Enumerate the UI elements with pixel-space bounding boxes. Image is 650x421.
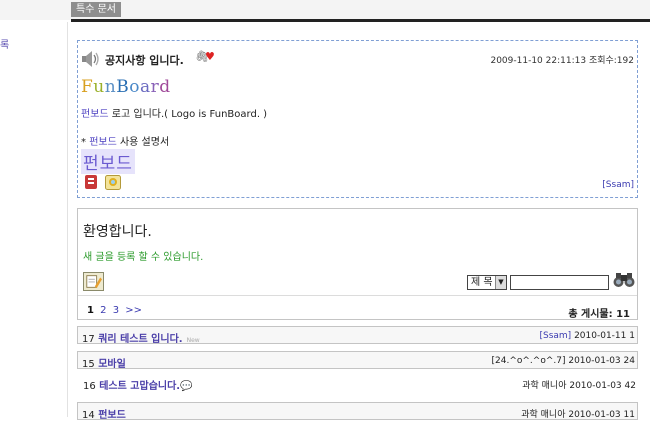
welcome-title: 환영합니다. <box>83 224 152 240</box>
post-author[interactable]: [Ssam] <box>539 331 571 341</box>
post-meta: 과학 매니아 2010-01-03 42 <box>522 381 636 391</box>
page-link[interactable]: 3 <box>113 305 119 316</box>
notice-line-manual: * 펀보드 사용 설명서 <box>81 137 170 148</box>
total-posts: 총 게시물: 11 <box>568 309 630 320</box>
speaker-icon <box>82 51 99 67</box>
welcome-box: 환영합니다. 새 글을 등록 할 수 있습니다. 제 목 ▼ 1 2 3 >> … <box>77 208 638 320</box>
post-author[interactable]: 과학 매니아 <box>521 410 565 420</box>
binoculars-icon[interactable] <box>613 272 635 288</box>
notice-date: 2009-11-10 22:11:13 조회수:192 <box>490 56 634 66</box>
funboard-link[interactable]: 펀보드 <box>81 109 109 120</box>
post-title[interactable]: 15 모바일 <box>82 355 126 370</box>
bookmark-icon[interactable] <box>84 175 98 189</box>
post-title[interactable]: 17 쿼리 테스트 입니다. New <box>82 330 200 345</box>
funboard-big-title: 펀보드 <box>81 149 135 174</box>
welcome-subtitle: 새 글을 등록 할 수 있습니다. <box>83 252 204 263</box>
post-meta: 과학 매니아 2010-01-03 11 <box>521 410 635 420</box>
left-sidebar: 록 <box>0 22 67 417</box>
notice-box: 공지사항 입니다. 🖇 ♥ 2009-11-10 22:11:13 조회수:19… <box>77 40 638 198</box>
table-row[interactable]: 15 모바일 [24.^o^.^o^.7] 2010-01-03 24 <box>77 351 638 370</box>
post-title[interactable]: 16 테스트 고맙습니다.💬 <box>83 377 193 392</box>
welcome-divider <box>78 295 637 296</box>
table-row[interactable]: 17 쿼리 테스트 입니다. New [Ssam] 2010-01-11 1 <box>77 326 638 345</box>
post-author[interactable]: 과학 매니아 <box>522 381 566 391</box>
post-meta: [Ssam] 2010-01-11 1 <box>539 331 635 341</box>
heart-icon: ♥ <box>205 50 215 63</box>
search-input[interactable] <box>510 275 609 290</box>
post-meta: [24.^o^.^o^.7] 2010-01-03 24 <box>491 356 635 366</box>
new-badge: New <box>186 337 200 344</box>
notice-line-logo: 펀보드 로고 입니다.( Logo is FunBoard. ) <box>81 109 268 120</box>
table-row[interactable]: 16 테스트 고맙습니다.💬 과학 매니아 2010-01-03 42 <box>77 374 638 392</box>
tab-special-docs[interactable]: 특수 문서 <box>71 2 121 17</box>
page-link[interactable]: 2 <box>100 305 106 316</box>
search-field-select[interactable]: 제 목 ▼ <box>467 275 507 290</box>
post-author[interactable]: [24.^o^.^o^.7] <box>492 356 566 366</box>
pagination: 1 2 3 >> <box>87 305 142 316</box>
speech-bubble-icon: 💬 <box>180 381 193 392</box>
sidebar-divider <box>67 22 68 417</box>
notice-author[interactable]: [Ssam] <box>602 180 634 190</box>
notice-title[interactable]: 공지사항 입니다. <box>105 52 184 68</box>
write-icon[interactable] <box>83 272 104 291</box>
page-next[interactable]: >> <box>125 305 142 316</box>
post-title[interactable]: 14 펀보드 <box>82 406 126 421</box>
header-divider <box>71 19 650 22</box>
table-row[interactable]: 14 펀보드 과학 매니아 2010-01-03 11 <box>77 402 638 421</box>
top-bar: 특수 문서 <box>0 0 650 20</box>
sidebar-link[interactable]: 록 <box>0 36 9 51</box>
chevron-down-icon[interactable]: ▼ <box>495 276 506 289</box>
image-icon[interactable] <box>105 175 121 190</box>
funboard-logo: FunBoard <box>81 77 171 97</box>
funboard-manual-link[interactable]: 펀보드 <box>89 137 117 148</box>
page-current[interactable]: 1 <box>87 305 94 316</box>
